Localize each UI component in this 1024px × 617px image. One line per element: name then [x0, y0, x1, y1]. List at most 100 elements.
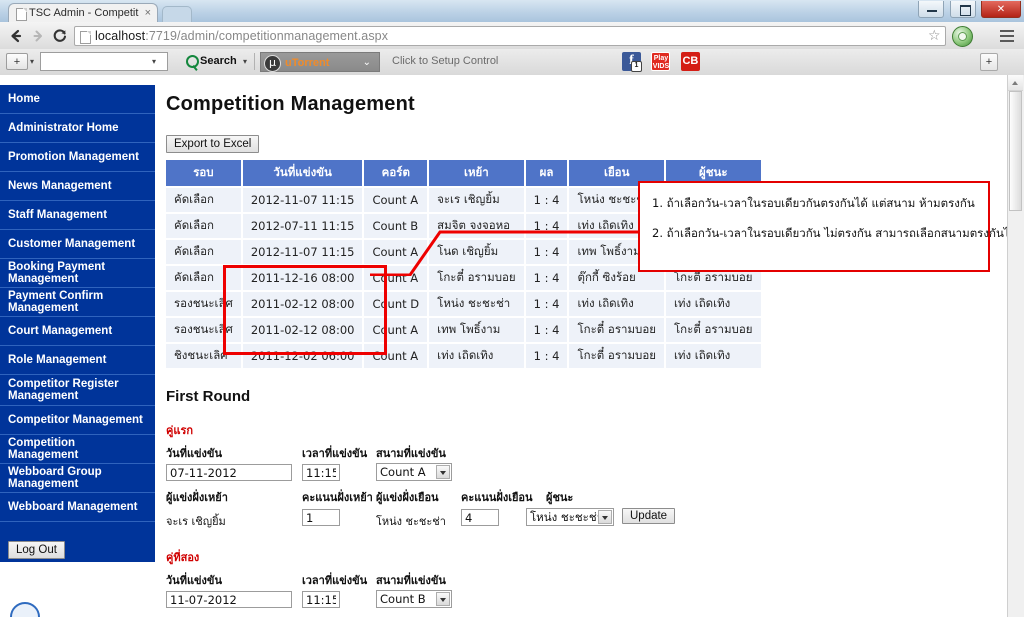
window-controls: ✕ — [917, 1, 1021, 19]
callout-line-2: 2. ถ้าเลือกวัน-เวลาในรอบเดียวกัน ไม่ตรงก… — [652, 226, 1007, 240]
first-pair-date-input[interactable] — [166, 464, 292, 481]
facebook-icon[interactable]: f1 — [622, 52, 642, 72]
cell-round: รองชนะเลิศ — [166, 292, 241, 316]
chevron-down-icon[interactable] — [598, 510, 612, 524]
sidebar-item-label: Promotion Management — [8, 151, 139, 163]
sidebar-item-competitor-register-management[interactable]: Competitor Register Management — [0, 375, 155, 406]
column-header-court[interactable]: คอร์ต — [364, 160, 428, 186]
cell-result: 1 : 4 — [525, 214, 568, 238]
close-tab-icon[interactable]: × — [145, 7, 151, 19]
utorrent-toolbar-button[interactable]: uTorrent ⌄ — [260, 52, 380, 72]
sidebar-item-customer-management[interactable]: Customer Management — [0, 230, 155, 259]
browser-tab[interactable]: TSC Admin - Competition × — [8, 3, 158, 22]
first-pair-block: คู่แรก วันที่แข่งขัน เวลาที่แข่งขัน สนาม… — [166, 421, 996, 536]
label-match-time: เวลาที่แข่งขัน — [302, 447, 368, 460]
toolbar-search-button[interactable]: Search — [200, 55, 237, 67]
sidebar-item-home[interactable]: Home — [0, 85, 155, 114]
sidebar-item-label: Competitor Register Management — [8, 378, 119, 402]
close-window-button[interactable]: ✕ — [981, 1, 1021, 18]
second-pair-time-input[interactable] — [302, 591, 340, 608]
label-match-date: วันที่แข่งขัน — [166, 574, 222, 587]
first-pair-court-select[interactable]: Count A — [376, 463, 452, 481]
first-pair-inputs-row-1: Count A — [166, 463, 996, 488]
cb-extension-icon[interactable]: CB — [680, 52, 700, 71]
column-header-home[interactable]: เหย้า — [429, 160, 524, 186]
sidebar-item-label: Competitor Management — [8, 414, 143, 426]
cell-court: Count A — [364, 344, 428, 368]
sidebar-item-label: Webboard Group Management — [8, 466, 102, 490]
maximize-window-button[interactable] — [949, 1, 976, 18]
sidebar-item-news-management[interactable]: News Management — [0, 172, 155, 201]
forward-button[interactable] — [28, 26, 48, 46]
label-away-player: ผู้แข่งฝั่งเยือน — [376, 491, 439, 504]
cell-date: 2012-07-11 11:15 — [242, 214, 363, 238]
toolbar-add-chevron-down-icon[interactable]: ▾ — [30, 58, 34, 66]
sidebar-item-booking-payment-management[interactable]: Booking Payment Management — [0, 259, 155, 288]
sidebar-item-competitor-management[interactable]: Competitor Management — [0, 406, 155, 435]
column-header-result[interactable]: ผล — [525, 160, 568, 186]
second-pair-block: คู่ที่สอง วันที่แข่งขัน เวลาที่แข่งขัน ส… — [166, 548, 996, 615]
back-button[interactable] — [6, 26, 26, 46]
sidebar-item-label: Administrator Home — [8, 122, 119, 134]
logout-button[interactable]: Log Out — [8, 541, 65, 559]
sidebar-item-label: Court Management — [8, 325, 113, 337]
toolbar-add-button[interactable]: + — [6, 53, 28, 70]
chevron-down-icon[interactable] — [436, 592, 450, 606]
chevron-down-icon[interactable] — [436, 465, 450, 479]
cell-court: Count A — [364, 240, 428, 264]
first-pair-home-score-input[interactable] — [302, 509, 340, 526]
sidebar-item-competition-management[interactable]: Competition Management — [0, 435, 155, 464]
utorrent-chevron-down-icon[interactable]: ⌄ — [363, 58, 371, 68]
toolbar-search-chevron-down-icon[interactable]: ▾ — [243, 58, 247, 66]
facebook-badge: 1 — [631, 61, 642, 72]
scrollbar-thumb[interactable] — [1009, 91, 1022, 211]
toolbar-search-history-chevron-down-icon[interactable]: ▾ — [152, 58, 156, 66]
setup-control-link[interactable]: Click to Setup Control — [392, 55, 498, 67]
export-to-excel-button[interactable]: Export to Excel — [166, 135, 260, 153]
cell-date: 2012-11-07 11:15 — [242, 240, 363, 264]
first-pair-time-input[interactable] — [302, 464, 340, 481]
sidebar-item-staff-management[interactable]: Staff Management — [0, 201, 155, 230]
sidebar-item-role-management[interactable]: Role Management — [0, 346, 155, 375]
cell-round: คัดเลือก — [166, 214, 241, 238]
browser-menu-button[interactable] — [1000, 30, 1014, 45]
first-round-title: First Round — [166, 388, 251, 405]
cell-round: คัดเลือก — [166, 240, 241, 264]
cell-home: สมจิต จงจอหอ — [429, 214, 524, 238]
sidebar-item-court-management[interactable]: Court Management — [0, 317, 155, 346]
scroll-up-arrow-icon[interactable] — [1008, 75, 1023, 91]
sidebar-item-label: Home — [8, 93, 40, 105]
toolbar-overflow-add-button[interactable]: + — [980, 53, 998, 71]
second-pair-labels-row-1: วันที่แข่งขัน เวลาที่แข่งขัน สนามที่แข่ง… — [166, 571, 996, 590]
sidebar-item-webboard-management[interactable]: Webboard Management — [0, 493, 155, 522]
bookmark-star-icon[interactable]: ☆ — [928, 28, 941, 42]
address-bar[interactable]: localhost:7719/admin/competitionmanageme… — [74, 26, 946, 46]
first-pair-winner-select[interactable]: โหน่ง ชะชะช่า — [526, 508, 614, 526]
cell-court: Count B — [364, 214, 428, 238]
new-tab-button[interactable] — [162, 6, 192, 23]
column-header-round[interactable]: รอบ — [166, 160, 241, 186]
first-pair-update-button[interactable]: Update — [622, 508, 676, 524]
sidebar-item-administrator-home[interactable]: Administrator Home — [0, 114, 155, 143]
cell-home: โหน่ง ชะชะช่า — [429, 292, 524, 316]
second-pair-court-select[interactable]: Count B — [376, 590, 452, 608]
column-header-match-date[interactable]: วันที่แข่งขัน — [242, 160, 363, 186]
chromium-badge-icon[interactable] — [952, 26, 973, 47]
first-pair-away-score-input[interactable] — [461, 509, 499, 526]
cell-result: 1 : 4 — [525, 266, 568, 290]
page-favicon-icon — [16, 8, 27, 21]
second-pair-date-input[interactable] — [166, 591, 292, 608]
instructions-callout: 1. ถ้าเลือกวัน-เวลาในรอบเดียวกันตรงกันได… — [638, 181, 1007, 272]
vertical-scrollbar[interactable] — [1007, 75, 1024, 617]
minimize-window-button[interactable] — [918, 1, 945, 18]
sidebar-item-webboard-group-management[interactable]: Webboard Group Management — [0, 464, 155, 493]
sidebar-item-label: Booking Payment Management — [8, 261, 106, 285]
playvids-icon[interactable]: Play VIDS — [651, 52, 671, 71]
sidebar-item-promotion-management[interactable]: Promotion Management — [0, 143, 155, 172]
toolbar-search-input[interactable] — [40, 52, 168, 71]
forward-arrow-icon — [33, 30, 42, 42]
cell-court: Count D — [364, 292, 428, 316]
sidebar-item-payment-confirm-management[interactable]: Payment Confirm Management — [0, 288, 155, 317]
reload-button[interactable] — [50, 26, 70, 46]
cell-date: 2011-02-12 08:00 — [242, 292, 363, 316]
